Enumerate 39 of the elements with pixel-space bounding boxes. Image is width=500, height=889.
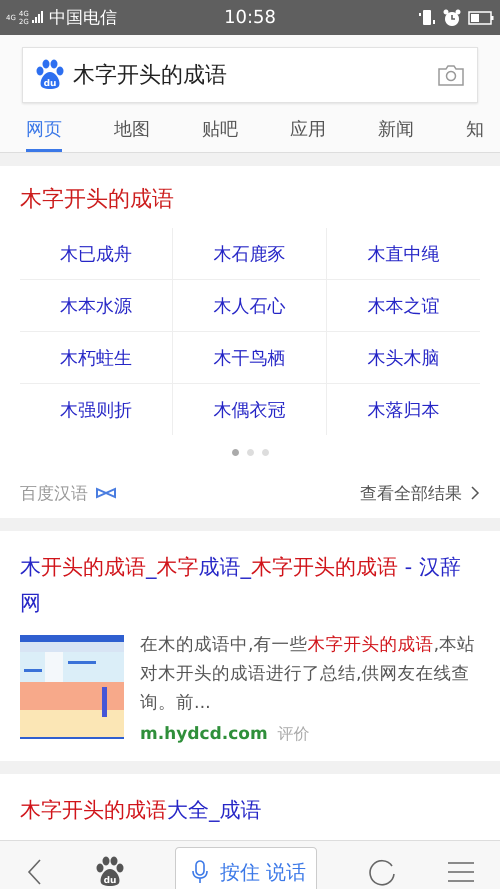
idiom-link[interactable]: 木偶衣冠 (173, 383, 327, 435)
result-url[interactable]: m.hydcd.com (140, 724, 268, 744)
idiom-link[interactable]: 木已成舟 (20, 228, 174, 279)
result-title-link[interactable]: 木开头的成语_木字成语_木字开头的成语 - 汉辞网 (20, 549, 480, 621)
tab[interactable]: 贴吧 (202, 117, 238, 152)
microphone-icon (192, 859, 208, 885)
idiom-link[interactable]: 木强则折 (20, 383, 174, 435)
idiom-link[interactable]: 木直中绳 (326, 228, 480, 279)
refresh-icon[interactable] (367, 857, 398, 887)
view-all-link[interactable]: 查看全部结果 (360, 482, 480, 504)
idiom-link[interactable]: 木人石心 (173, 279, 327, 331)
tab[interactable]: 新闻 (378, 117, 414, 152)
source-name: 百度汉语 (20, 482, 88, 504)
result-snippet: 在木的成语中,有一些木字开头的成语,本站对木开头的成语进行了总结,供网友在线查询。前... (140, 634, 476, 715)
voice-button[interactable]: 按住 说话 (174, 847, 318, 889)
tab[interactable]: 知 (466, 117, 484, 152)
result-title-link[interactable]: 木字开头的成语大全_成语 (20, 792, 480, 828)
idiom-link[interactable]: 木本之谊 (326, 279, 480, 331)
tab[interactable]: 应用 (290, 117, 326, 152)
idiom-link[interactable]: 木本水源 (20, 279, 174, 331)
search-field[interactable]: du 木字开头的成语 (22, 47, 478, 103)
clock-time: 10:58 (224, 7, 276, 28)
chevron-right-icon (470, 485, 480, 501)
vibrate-icon (418, 8, 436, 28)
carrier-name: 中国电信 (48, 7, 117, 29)
camera-icon[interactable] (437, 63, 465, 87)
card-title: 木字开头的成语 (20, 186, 175, 214)
idiom-link[interactable]: 木石鹿豕 (173, 228, 327, 279)
tab[interactable]: 网页 (26, 117, 62, 152)
idiom-link[interactable]: 木头木脑 (326, 331, 480, 383)
alarm-icon (442, 8, 462, 28)
battery-icon (468, 10, 494, 26)
menu-icon[interactable] (447, 860, 475, 884)
tab[interactable]: 地图 (114, 117, 150, 152)
signal-icon (32, 10, 44, 26)
idiom-link[interactable]: 木干鸟栖 (173, 331, 327, 383)
idiom-link[interactable]: 木落归本 (326, 383, 480, 435)
idiom-link[interactable]: 木朽蛀生 (20, 331, 174, 383)
bow-logo-icon (96, 487, 116, 499)
